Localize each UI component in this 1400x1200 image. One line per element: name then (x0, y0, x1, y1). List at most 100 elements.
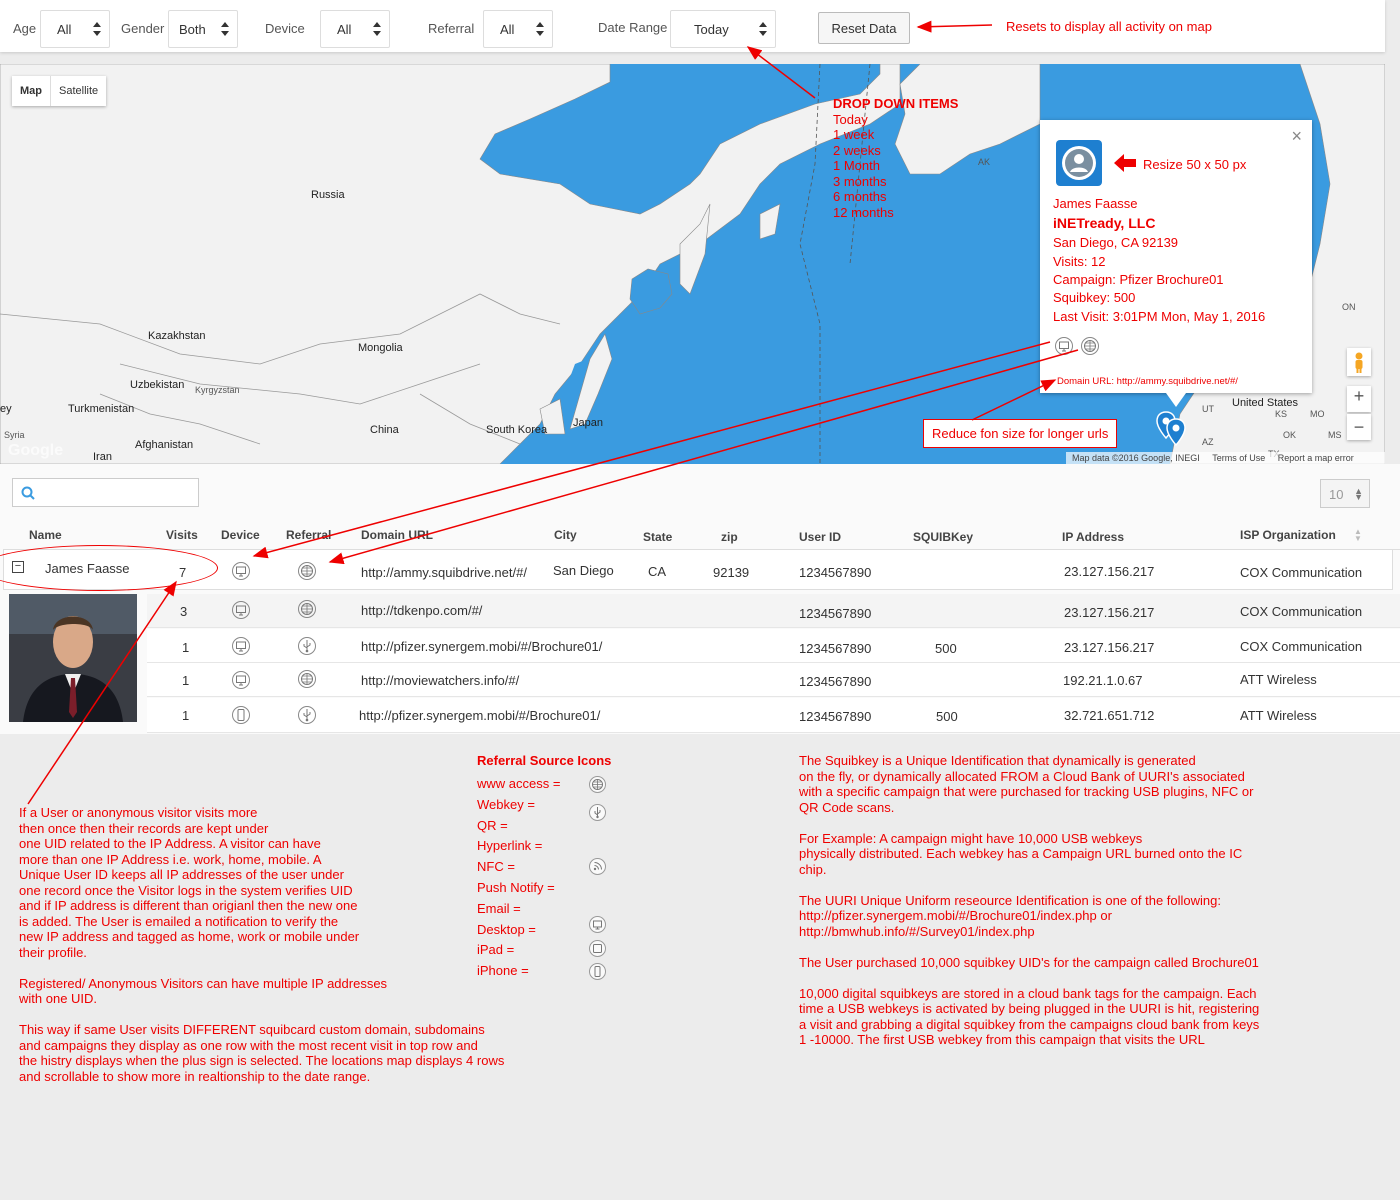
dropdown-item: 3 months (833, 173, 887, 189)
note-line: This way if same User visits DIFFERENT s… (19, 1022, 485, 1037)
header-visits[interactable]: Visits (166, 528, 198, 542)
dropdown-item: 12 months (833, 204, 894, 220)
note-line: one record once the Visitor logs in the … (19, 882, 353, 898)
subrow-ip: 23.127.156.217 (1064, 605, 1155, 620)
globe-icon (298, 600, 316, 618)
gender-label: Gender (121, 21, 165, 36)
label-ey: ey (0, 403, 12, 415)
map-tab[interactable]: Map (12, 76, 50, 106)
sort-icon[interactable]: ▲ ▼ (1354, 528, 1362, 543)
dropdown-items-title: DROP DOWN ITEMS (833, 96, 959, 111)
header-city[interactable]: City (554, 528, 577, 542)
label-kyrgyzstan: Kyrgyzstan (195, 385, 240, 395)
table-row[interactable] (147, 663, 1400, 697)
desktop-icon (232, 671, 250, 689)
globe-icon (298, 670, 316, 688)
map-type-toggle[interactable]: Map Satellite (12, 76, 107, 106)
page-size-select[interactable]: 10 ▲ ▼ (1320, 479, 1370, 508)
report-link[interactable]: Report a map error (1278, 453, 1354, 463)
referral-select[interactable]: All (483, 10, 553, 48)
note-line: Unique User ID keeps all IP addresses of… (19, 867, 344, 882)
subrow-domain[interactable]: http://pfizer.synergem.mobi/#/Brochure01… (359, 708, 600, 723)
zoom-in-button[interactable]: + (1347, 386, 1371, 412)
pegman-icon[interactable] (1347, 348, 1371, 376)
satellite-tab[interactable]: Satellite (50, 76, 106, 106)
header-zip[interactable]: zip (721, 530, 738, 544)
header-domain[interactable]: Domain URL (361, 528, 433, 542)
terms-link[interactable]: Terms of Use (1212, 453, 1265, 463)
header-device[interactable]: Device (221, 528, 260, 542)
label-ms: MS (1328, 430, 1342, 440)
subrow-domain[interactable]: http://pfizer.synergem.mobi/#/Brochure01… (361, 639, 602, 654)
popup-last-visit: Last Visit: 3:01PM Mon, May 1, 2016 (1053, 309, 1266, 324)
close-icon[interactable]: × (1291, 126, 1302, 147)
gender-select[interactable]: Both (168, 10, 238, 48)
select-arrows-icon (221, 22, 229, 36)
row-domain[interactable]: http://ammy.squibdrive.net/#/ (361, 565, 527, 580)
label-china: China (370, 424, 399, 436)
subrow-user-id: 1234567890 (799, 606, 872, 621)
map-marker-icon[interactable] (1166, 418, 1186, 447)
iphone-icon (232, 706, 250, 724)
popup-visits: Visits: 12 (1053, 254, 1106, 269)
usb-icon (589, 804, 606, 821)
note-line: The UURI Unique Uniform reseource Identi… (799, 892, 1221, 908)
squibkey-notes: The Squibkey is a Unique Identification … (799, 753, 1359, 1048)
table-row[interactable] (147, 629, 1400, 663)
subrow-user-id: 1234567890 (799, 641, 872, 656)
select-arrows-icon (536, 22, 544, 36)
header-referral[interactable]: Referral (286, 528, 331, 542)
popup-name: James Faasse (1053, 196, 1138, 211)
header-user-id[interactable]: User ID (799, 530, 841, 544)
popup-campaign: Campaign: Pfizer Brochure01 (1053, 272, 1224, 287)
reset-data-button[interactable]: Reset Data (818, 12, 910, 44)
subrow-squibkey: 500 (936, 709, 958, 724)
label-ut: UT (1202, 404, 1214, 414)
age-select[interactable]: All (40, 10, 110, 48)
date-range-select[interactable]: Today (670, 10, 776, 48)
note-line (799, 815, 1359, 831)
reset-annotation: Resets to display all activity on map (1006, 19, 1212, 34)
note-line: 1 -10000. The first USB webkey from this… (799, 1032, 1205, 1047)
search-icon (21, 486, 35, 500)
desktop-icon (1055, 337, 1073, 355)
note-line: physically distributed. Each webkey has … (799, 846, 1243, 861)
note-line: The Squibkey is a Unique Identification … (799, 753, 1196, 768)
popup-domain-url[interactable]: Domain URL: http://ammy.squibdrive.net/#… (1057, 376, 1238, 387)
label-turkmenistan: Turkmenistan (68, 403, 135, 415)
note-line: time a USB webkeys is activated by being… (799, 1001, 1260, 1016)
subrow-visits: 1 (182, 673, 190, 688)
header-isp[interactable]: ISP Organization (1240, 528, 1336, 542)
dropdown-item: 1 week (833, 127, 875, 142)
search-input[interactable] (12, 478, 199, 507)
label-uzbekistan: Uzbekistan (130, 379, 185, 391)
select-arrows-icon: ▲ ▼ (1354, 486, 1363, 502)
subrow-domain[interactable]: http://tdkenpo.com/#/ (361, 603, 482, 618)
label-iran: Iran (93, 451, 112, 463)
header-state[interactable]: State (643, 530, 672, 544)
note-line (799, 970, 1359, 986)
header-name[interactable]: Name (29, 528, 62, 542)
dropdown-item: 1 Month (833, 158, 880, 173)
note-line: If a User or anonymous visitor visits mo… (19, 805, 258, 820)
age-label: Age (13, 21, 37, 36)
legend-item: iPad = (477, 942, 515, 958)
dropdown-item: Today (833, 111, 868, 127)
note-line: a visit and grabbing a digital squibkey … (799, 1016, 1260, 1032)
table-row[interactable] (147, 698, 1400, 733)
note-line: The User purchased 10,000 squibkey UID's… (799, 954, 1259, 970)
note-line: then once then their records are kept un… (19, 820, 269, 836)
label-kazakhstan: Kazakhstan (148, 330, 206, 342)
device-select[interactable]: All (320, 10, 390, 48)
header-squibkey[interactable]: SQUIBKey (913, 530, 973, 544)
map-attribution: Map data ©2016 Google, INEGI Terms of Us… (1066, 452, 1385, 464)
header-ip[interactable]: IP Address (1062, 530, 1124, 544)
zoom-out-button[interactable]: − (1347, 414, 1371, 440)
table-row[interactable] (147, 594, 1400, 628)
usb-icon (298, 637, 316, 655)
popup-pointer (1166, 393, 1186, 407)
subrow-domain[interactable]: http://moviewatchers.info/#/ (361, 673, 519, 688)
subrow-isp: COX Communication (1240, 639, 1363, 654)
label-mongolia: Mongolia (358, 342, 403, 354)
attribution-text: Map data ©2016 Google, INEGI (1072, 453, 1200, 463)
